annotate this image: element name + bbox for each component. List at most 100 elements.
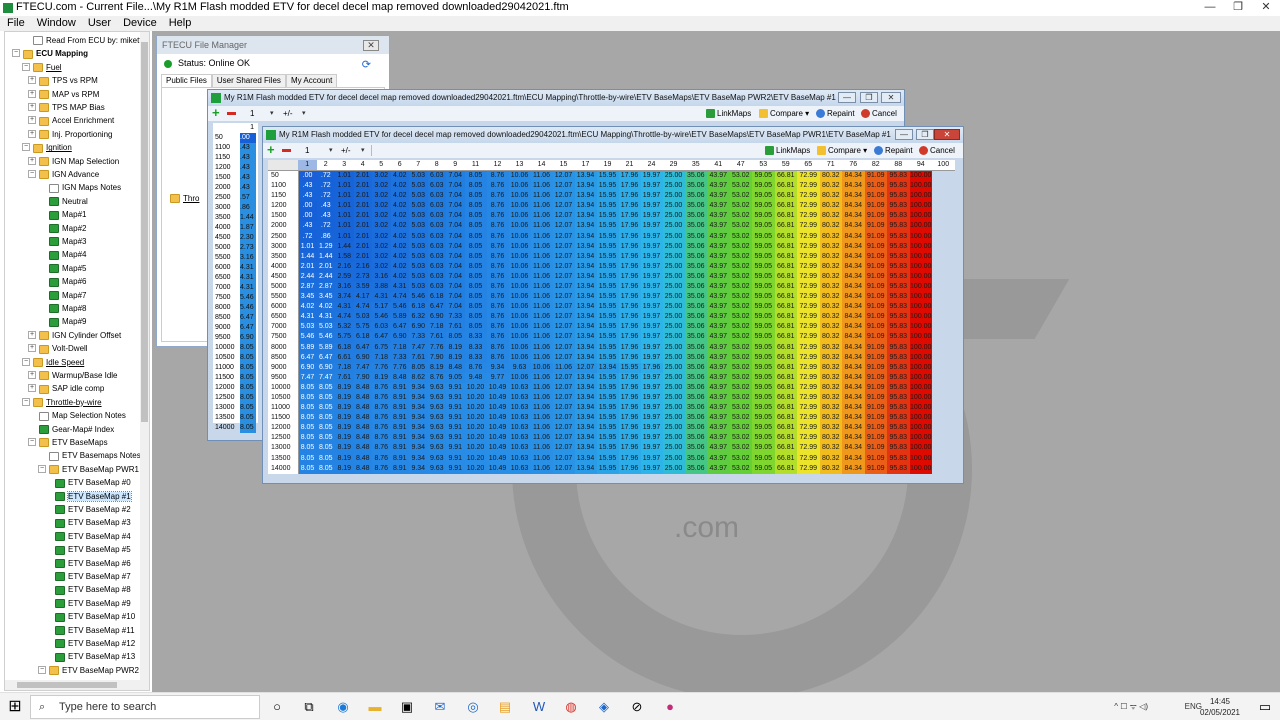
map-cell[interactable]: 4.02: [390, 231, 409, 242]
row-header[interactable]: 10000: [268, 382, 299, 393]
map-cell[interactable]: 11.06: [530, 463, 553, 474]
map-cell[interactable]: 19.97: [640, 403, 663, 414]
column-header[interactable]: 9: [446, 160, 465, 171]
map-cell[interactable]: 100.00: [909, 231, 932, 242]
map-cell[interactable]: 11.06: [552, 362, 575, 373]
tree-item[interactable]: + IGN Cylinder Offset: [28, 329, 121, 342]
map-cell[interactable]: 43.97: [707, 322, 730, 333]
map-cell[interactable]: 8.76: [372, 423, 391, 434]
app-icon[interactable]: ◈: [595, 698, 613, 716]
pwr2-minimize-button[interactable]: —: [838, 92, 856, 103]
map-cell[interactable]: 72.99: [797, 382, 820, 393]
pwr2-cell[interactable]: .43: [240, 143, 256, 153]
map-cell[interactable]: 6.47: [353, 342, 372, 353]
map-cell[interactable]: 25.00: [662, 392, 685, 404]
table-row[interactable]: 10000 8.05 8.05 8.19 8.48 8.76 8.91 9.34 9.63 9.9…: [268, 382, 955, 393]
map-cell[interactable]: 8.76: [486, 281, 509, 293]
map-cell[interactable]: 25.00: [662, 241, 685, 252]
map-cell[interactable]: 53.02: [729, 392, 752, 404]
map-cell[interactable]: 72.99: [797, 443, 820, 454]
map-cell[interactable]: 66.81: [774, 382, 797, 393]
map-cell[interactable]: 91.09: [864, 362, 887, 373]
map-cell[interactable]: 59.05: [752, 382, 775, 393]
map-cell[interactable]: 8.05: [464, 241, 487, 252]
table-row[interactable]: 11500 8.05 8.05 8.19 8.48 8.76 8.91 9.34 9.63 9.9…: [268, 413, 955, 424]
map-cell[interactable]: 7.76: [390, 362, 409, 373]
map-cell[interactable]: 8.19: [446, 352, 465, 363]
map-cell[interactable]: 66.81: [774, 170, 797, 181]
map-cell[interactable]: 5.03: [409, 201, 428, 212]
map-cell[interactable]: 59.05: [752, 191, 775, 202]
map-cell[interactable]: 8.19: [446, 342, 465, 353]
map-cell[interactable]: 43.97: [707, 453, 730, 464]
map-cell[interactable]: 11.06: [530, 251, 553, 262]
row-header[interactable]: 3000: [268, 241, 299, 252]
pwr2-table-row[interactable]: 7000 4.31: [213, 283, 258, 293]
map-cell[interactable]: 4.31: [372, 292, 391, 303]
map-cell[interactable]: 3.74: [335, 292, 354, 303]
map-cell[interactable]: 8.05: [409, 362, 428, 373]
map-cell[interactable]: 7.04: [446, 271, 465, 282]
map-cell[interactable]: 91.09: [864, 181, 887, 192]
map-cell[interactable]: 11.06: [530, 392, 553, 404]
map-cell[interactable]: 59.05: [752, 170, 775, 181]
map-cell[interactable]: 10.06: [508, 281, 531, 293]
tree-item[interactable]: − IGN Advance: [28, 168, 99, 181]
map-cell[interactable]: 19.97: [640, 170, 663, 181]
map-cell[interactable]: 9.34: [409, 413, 428, 424]
map-cell[interactable]: 53.02: [729, 413, 752, 424]
map-cell[interactable]: 11.06: [530, 322, 553, 333]
map-cell[interactable]: 17.96: [618, 463, 641, 474]
map-cell[interactable]: 35.06: [684, 241, 707, 252]
map-cell[interactable]: 66.81: [774, 231, 797, 242]
map-cell[interactable]: 15.95: [596, 332, 619, 343]
pwr2-cell[interactable]: 8.05: [240, 413, 256, 423]
maximize-button[interactable]: ❐: [1224, 0, 1252, 15]
column-header[interactable]: 94: [909, 160, 932, 171]
pwr2-table-row[interactable]: 14000 8.05: [213, 423, 258, 433]
map-cell[interactable]: 43.97: [707, 251, 730, 262]
map-cell[interactable]: 2.01: [353, 231, 372, 242]
map-cell[interactable]: 1.44: [335, 241, 354, 252]
row-header[interactable]: 8500: [268, 352, 299, 363]
map-cell[interactable]: 2.01: [353, 191, 372, 202]
pwr1-compare-button[interactable]: Compare ▾: [817, 143, 867, 158]
map-cell[interactable]: 10.20: [464, 413, 487, 424]
tree-item[interactable]: ETV BaseMap #12: [55, 637, 135, 650]
tree-item[interactable]: Map#5: [49, 262, 86, 275]
row-header[interactable]: 11000: [268, 403, 299, 414]
map-cell[interactable]: 9.34: [409, 392, 428, 404]
map-cell[interactable]: 17.96: [618, 191, 641, 202]
etv-basemap-table[interactable]: 1 2 3 4 5 6 7 8 9 11 12 13 14 15 17 19 21 24 29 35 41 47 53 59 6…: [268, 160, 955, 474]
pwr2-table-row[interactable]: 3500 1.44: [213, 213, 258, 223]
map-cell[interactable]: 7.90: [427, 352, 446, 363]
map-cell[interactable]: 12.07: [574, 362, 597, 373]
map-cell[interactable]: 10.06: [508, 342, 531, 353]
map-cell[interactable]: 100.00: [909, 191, 932, 202]
map-cell[interactable]: 6.03: [427, 221, 446, 232]
map-cell[interactable]: 2.16: [335, 261, 354, 272]
map-cell[interactable]: 17.96: [618, 322, 641, 333]
row-header[interactable]: 10500: [268, 392, 299, 404]
map-cell[interactable]: 8.19: [335, 433, 354, 444]
map-cell[interactable]: 84.34: [842, 372, 865, 383]
pwr2-table-row[interactable]: 12000 8.05: [213, 383, 258, 393]
map-cell[interactable]: 11.06: [530, 261, 553, 272]
column-header[interactable]: 19: [596, 160, 619, 171]
map-cell[interactable]: 15.95: [596, 382, 619, 393]
map-cell[interactable]: 8.91: [390, 453, 409, 464]
map-cell[interactable]: 80.32: [819, 211, 842, 222]
map-cell[interactable]: 17.96: [618, 241, 641, 252]
map-cell[interactable]: 8.76: [486, 181, 509, 192]
map-cell[interactable]: 13.94: [574, 423, 597, 434]
map-cell[interactable]: 43.97: [707, 170, 730, 181]
map-cell[interactable]: 10.06: [508, 332, 531, 343]
map-cell[interactable]: 43.97: [707, 372, 730, 383]
map-cell[interactable]: 84.34: [842, 413, 865, 424]
tab-user-shared-files[interactable]: User Shared Files: [211, 74, 286, 87]
map-cell[interactable]: 17.96: [618, 221, 641, 232]
map-cell[interactable]: 7.04: [446, 251, 465, 262]
tree-item[interactable]: − ETV BaseMaps: [28, 436, 108, 449]
map-cell[interactable]: 6.03: [427, 281, 446, 293]
map-cell[interactable]: 66.81: [774, 423, 797, 434]
